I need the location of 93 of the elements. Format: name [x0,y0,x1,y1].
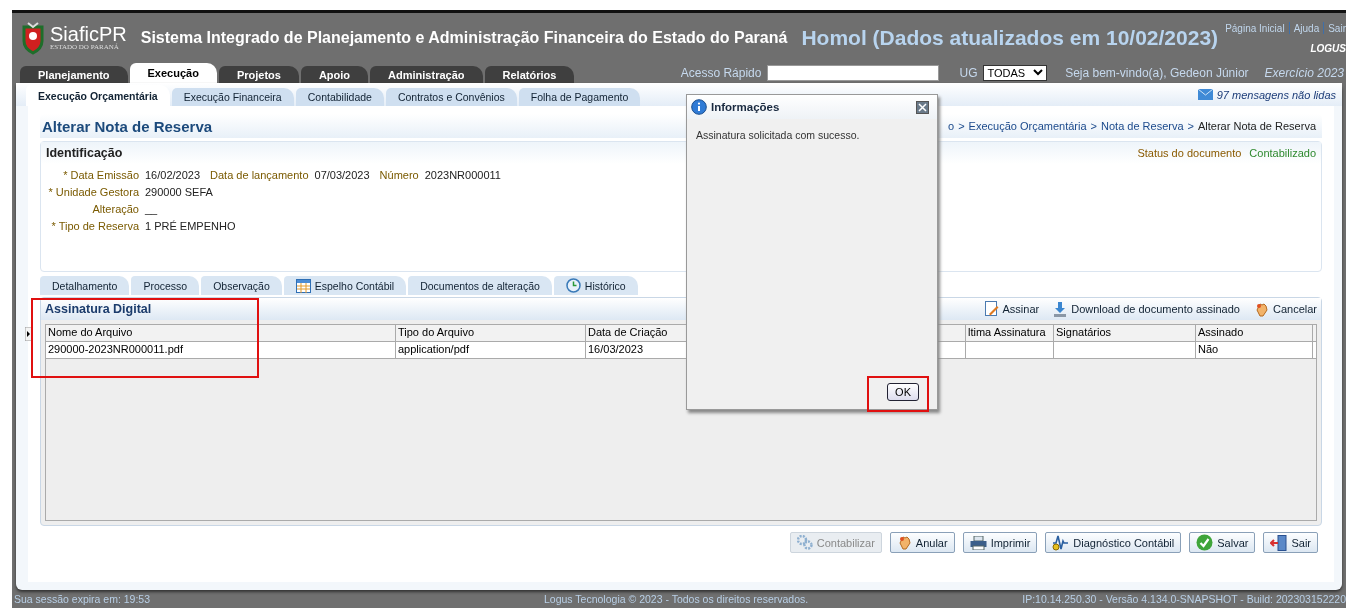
column-header: Nome do Arquivo [46,325,396,341]
column-header: Tipo do Arquivo [396,325,586,341]
field-value: 2023NR000011 [424,169,501,181]
breadcrumb-separator: > [1090,120,1097,132]
field-label: Data de lançamento [210,169,309,181]
section-title: Assinatura Digital [45,302,152,316]
status-label: Status do documento [1137,147,1242,159]
table-icon [295,278,311,293]
column-header: Assinado [1196,325,1313,341]
close-button[interactable] [916,100,929,114]
envelope-icon [1197,89,1213,100]
detail-tab[interactable]: Espelho Contábil [283,276,407,295]
hand-icon [1253,301,1269,317]
hand-icon [896,535,912,550]
messages-link[interactable]: 97 mensagens não lidas [1197,88,1342,101]
fiscal-year-label: Exercício 2023 [1264,65,1344,80]
field-label: * Data Emissão [62,169,139,181]
environment-label: Homol (Dados atualizados em 10/02/2023) [801,25,1219,50]
caret-icon [1033,69,1044,76]
sub-tab[interactable]: Contabilidade [295,88,384,106]
coat-of-arms-icon [20,20,46,55]
field-label: Número [379,169,419,181]
breadcrumb-link[interactable]: o [948,120,955,132]
check-icon [1196,534,1214,551]
quick-access-field[interactable] [767,64,940,81]
system-title: Sistema Integrado de Planejamento e Administração Financeira do Estado do Paraná [140,28,788,47]
breadcrumb-link[interactable]: Execução Orçamentária [968,120,1087,132]
field-value: 1 PRÉ EMPENHO [145,220,236,232]
ug-label: UG [959,65,978,80]
menu-tab[interactable]: Apoio [300,66,369,83]
field-label: Alteração [91,203,139,215]
breadcrumb-separator: > [958,120,965,132]
toolbar-button[interactable]: Download de documento assinado [1053,301,1240,317]
table-cell: 290000-2023NR000011.pdf [46,342,396,358]
clock-icon [565,278,581,293]
action-button[interactable]: Diagnóstico Contábil [1045,532,1182,553]
action-button[interactable]: Imprimir [962,532,1038,553]
detail-tab[interactable]: Processo [131,276,200,295]
table-cell: Não [1196,342,1313,358]
detail-tab[interactable]: Detalhamento [40,276,130,295]
dialog-message: Assinatura solicitada com sucesso. [696,129,861,141]
exit-door-icon [1270,534,1288,551]
session-timer: Sua sessão expira em: 19:53 [14,593,150,605]
detail-tab[interactable]: Histórico [553,276,638,295]
column-header: ltima Assinatura [966,325,1054,341]
table-cell: application/pdf [396,342,586,358]
status-value: Contabilizado [1249,147,1316,159]
breadcrumb-current: Alterar Nota de Reserva [1198,120,1316,132]
action-button[interactable]: Salvar [1189,532,1256,553]
breadcrumb-separator: > [1187,120,1194,132]
field-label: * Unidade Gestora [47,186,139,198]
field-value: 290000 SEFA [145,186,213,198]
field-value: 07/03/2023 [314,169,370,181]
field-value: __ [145,203,158,215]
pulse-icon [1052,534,1070,551]
sub-tab[interactable]: Contratos e Convênios [385,88,517,106]
brand-logo: LOGUS [1310,43,1346,54]
dialog-title: Informações [711,101,780,113]
expand-handle-icon[interactable] [25,327,32,341]
section-title: Identificação [46,146,123,160]
ok-button[interactable]: OK [887,383,919,401]
detail-tab[interactable]: Observação [201,276,282,295]
detail-tab[interactable]: Documentos de alteração [408,276,552,295]
download-icon [1053,301,1068,317]
sub-tab[interactable]: Execução Orçamentária [26,85,170,106]
printer-icon [969,535,987,550]
field-label: * Tipo de Reserva [50,220,139,232]
copyright-text: Logus Tecnologia © 2023 - Todos os direitos reservados. [544,593,809,605]
menu-tab[interactable]: Administração [370,66,483,83]
toolbar-button[interactable]: Assinar [984,301,1040,317]
action-button[interactable]: Anular [889,532,955,553]
build-info: IP:10.14.250.30 - Versão 4.134.0-SNAPSHOT - Build: 202303152220 [1022,593,1346,605]
menu-tab[interactable]: Execução [129,63,217,83]
logo-name: SiaficPR [50,24,127,44]
field-value: 16/02/2023 [145,169,201,181]
menu-tab[interactable]: Planejamento [20,66,128,83]
welcome-text: Seja bem-vindo(a), Gedeon Júnior [1065,65,1249,80]
menu-tab[interactable]: Relatórios [484,66,575,83]
ug-select[interactable]: TODAS [983,64,1048,81]
sub-tab[interactable]: Folha de Pagamento [518,88,641,106]
menu-tab[interactable]: Projetos [218,66,299,83]
action-button[interactable]: Sair [1263,532,1318,553]
info-icon [691,99,707,115]
gears-icon [796,535,813,550]
column-header: Signatários [1054,325,1196,341]
page-title: Alterar Nota de Reserva [42,117,213,135]
sub-tab[interactable]: Execução Financeira [171,88,294,106]
breadcrumb-link[interactable]: Nota de Reserva [1101,120,1184,132]
quick-access-label: Acesso Rápido [680,65,762,80]
header-link[interactable]: Sair [1328,22,1346,34]
document-pencil-icon [984,301,999,317]
header-link[interactable]: Página Inicial [1225,22,1285,34]
toolbar-button[interactable]: Cancelar [1253,301,1317,317]
